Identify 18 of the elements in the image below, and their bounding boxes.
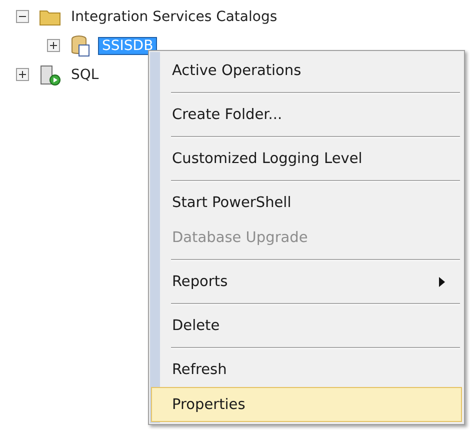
menu-item[interactable]: Refresh [151, 352, 462, 387]
expand-button[interactable] [47, 39, 60, 52]
menu-item[interactable]: Active Operations [151, 53, 462, 88]
menu-item[interactable]: Reports [151, 264, 462, 299]
tree-item[interactable]: SQL [67, 66, 103, 84]
database-icon [70, 34, 92, 56]
expand-button[interactable] [16, 68, 29, 81]
server-icon [39, 64, 61, 86]
tree-item[interactable]: Integration Services Catalogs [67, 8, 282, 26]
plus-icon [49, 41, 58, 50]
plus-icon [18, 70, 27, 79]
menu-item[interactable]: Properties [151, 387, 462, 422]
menu-item[interactable]: Create Folder... [151, 97, 462, 132]
menu-item[interactable]: Customized Logging Level [151, 141, 462, 176]
folder-icon [39, 8, 61, 26]
menu-item[interactable]: Start PowerShell [151, 185, 462, 220]
menu-item[interactable]: Delete [151, 308, 462, 343]
collapse-button[interactable] [16, 10, 29, 23]
